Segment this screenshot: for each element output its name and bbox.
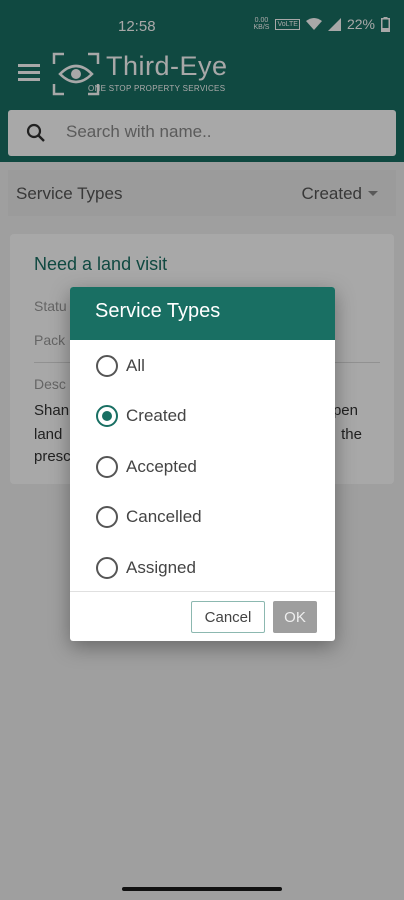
- option-label: Accepted: [126, 457, 197, 476]
- radio-icon[interactable]: [96, 405, 118, 427]
- radio-icon[interactable]: [96, 355, 118, 377]
- radio-icon[interactable]: [96, 456, 118, 478]
- radio-icon[interactable]: [96, 506, 118, 528]
- ok-button[interactable]: OK: [273, 601, 317, 633]
- option-accepted[interactable]: Accepted: [96, 451, 197, 483]
- dialog-divider: [70, 591, 335, 592]
- dialog-title: Service Types: [70, 287, 335, 340]
- cancel-button[interactable]: Cancel: [191, 601, 265, 633]
- option-cancelled[interactable]: Cancelled: [96, 501, 202, 533]
- gesture-nav-bar[interactable]: [122, 887, 282, 891]
- option-label: All: [126, 356, 145, 375]
- option-assigned[interactable]: Assigned: [96, 552, 196, 584]
- option-label: Assigned: [126, 558, 196, 577]
- option-all[interactable]: All: [96, 350, 145, 382]
- option-created[interactable]: Created: [96, 400, 186, 432]
- service-types-dialog: Service Types All Created Accepted Cance…: [70, 287, 335, 641]
- option-label: Cancelled: [126, 507, 202, 526]
- option-label: Created: [126, 406, 187, 425]
- radio-icon[interactable]: [96, 557, 118, 579]
